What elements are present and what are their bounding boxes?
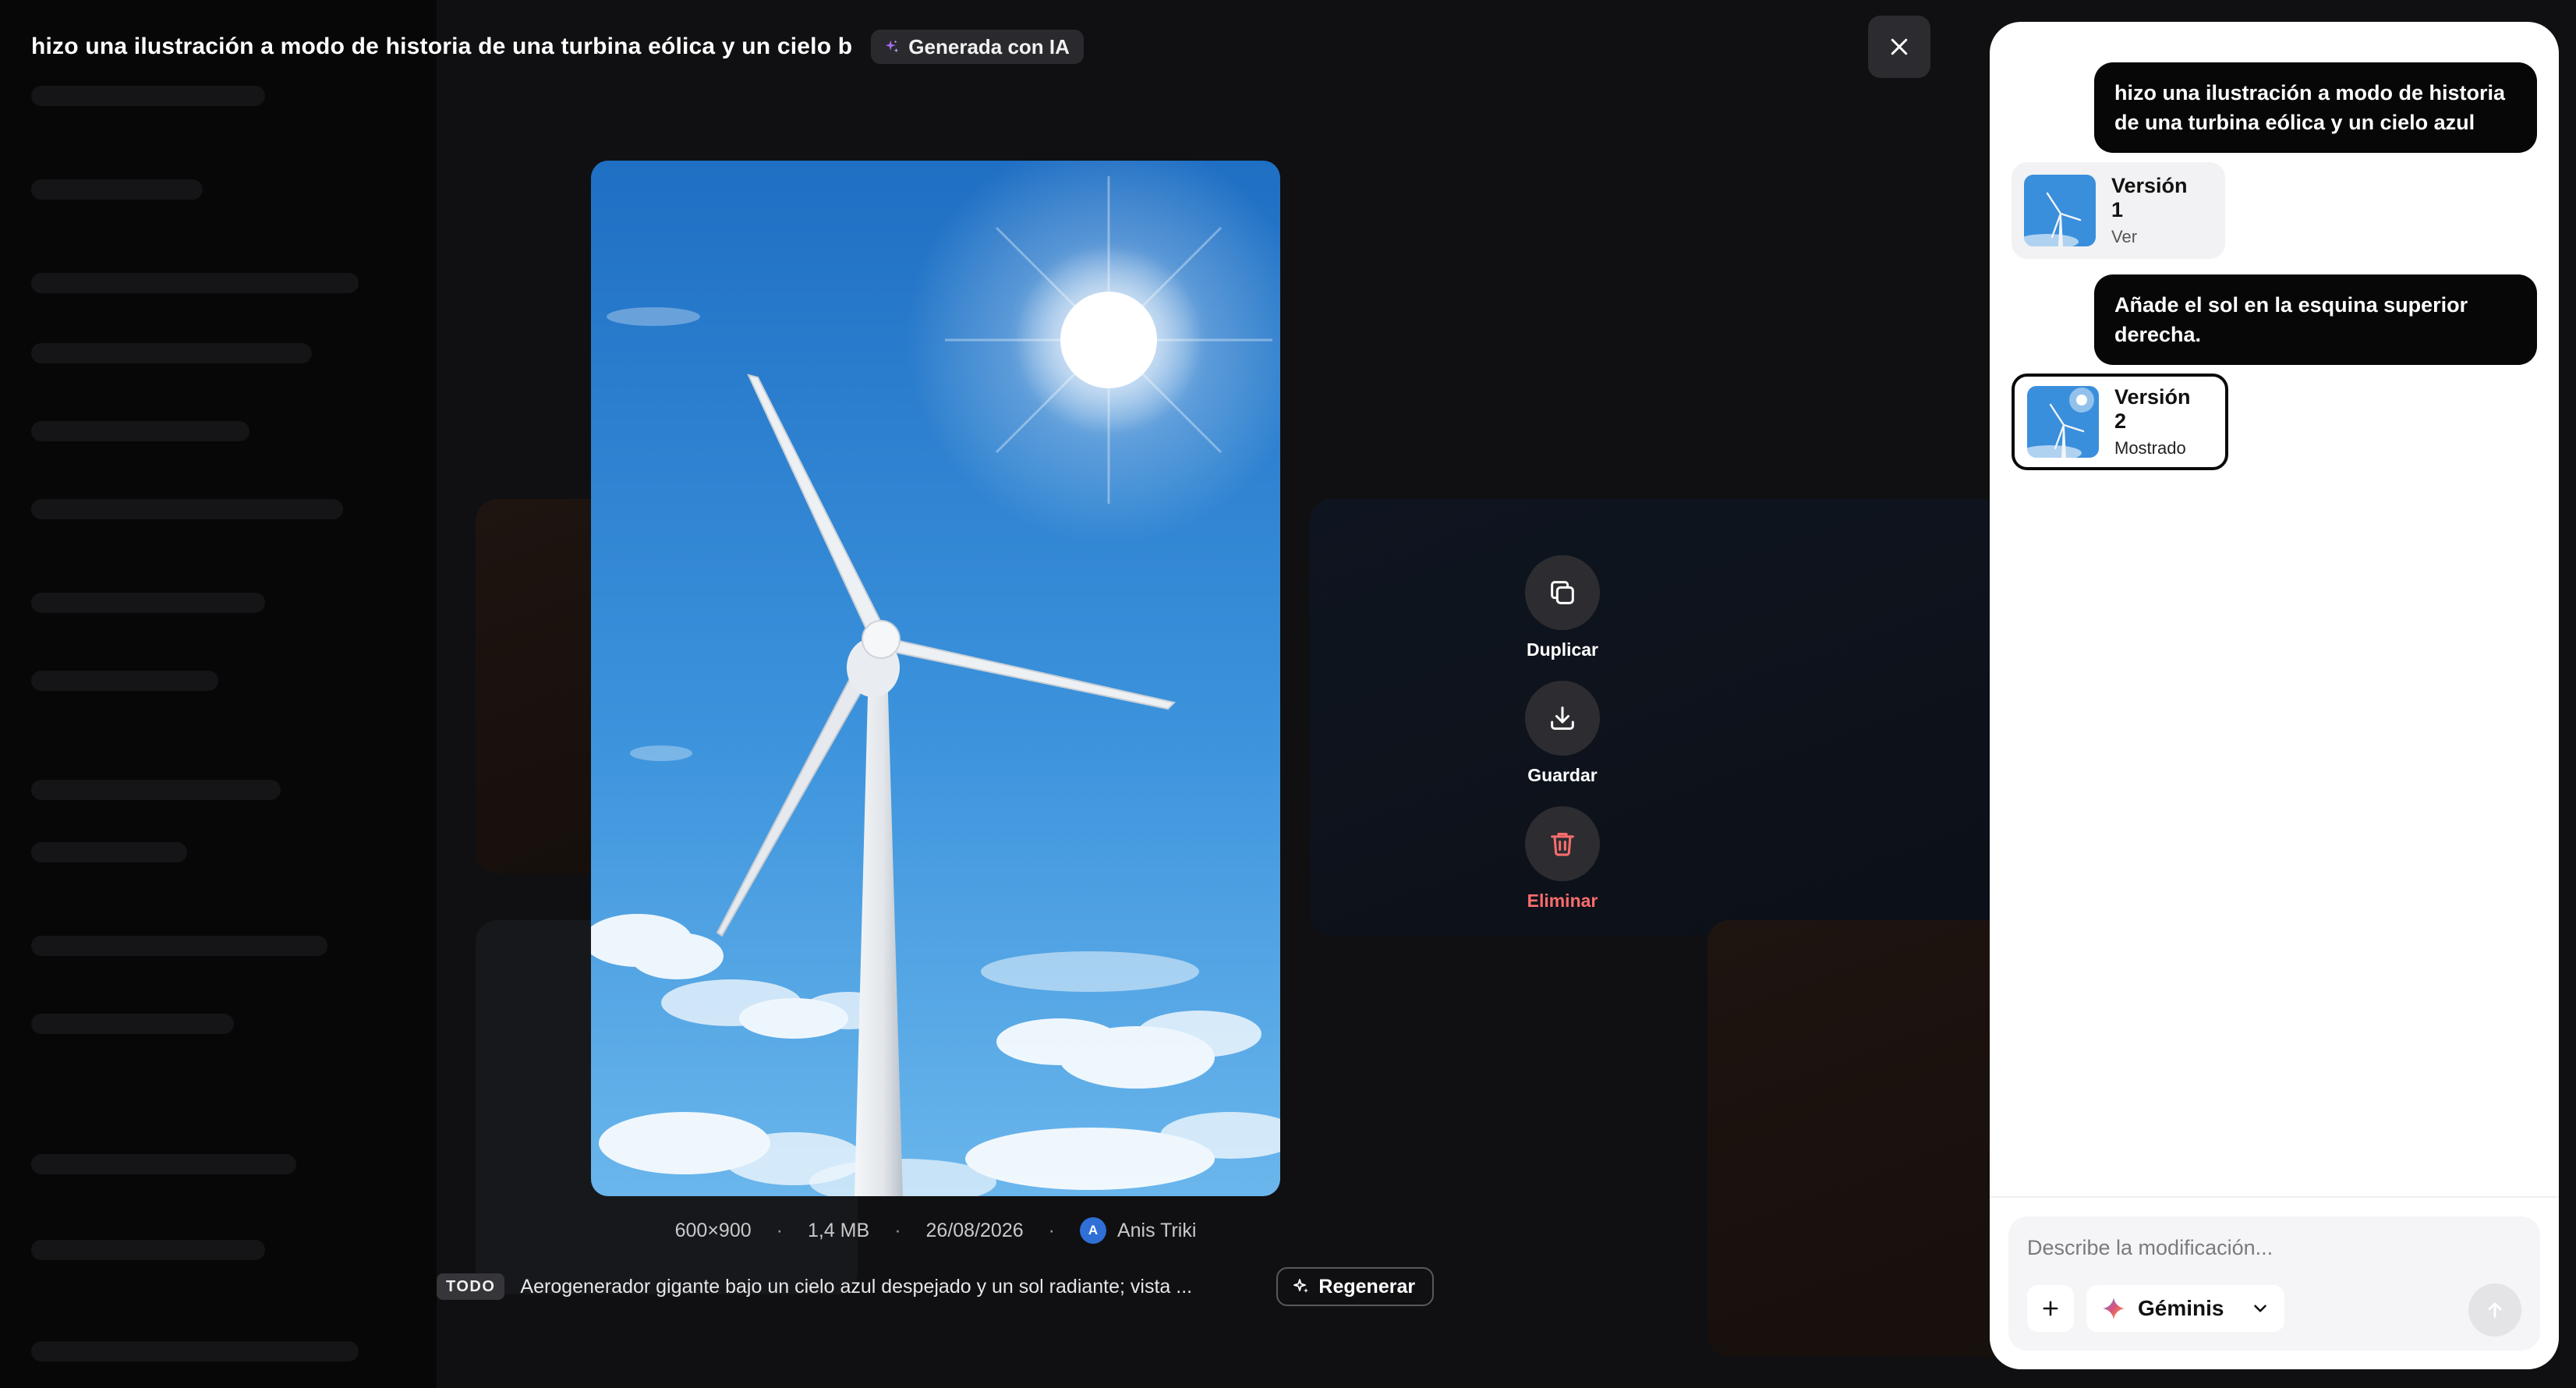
save-button-circle[interactable] bbox=[1525, 681, 1600, 756]
author: A Anis Triki bbox=[1079, 1217, 1197, 1244]
version-thumbnail-image bbox=[2024, 175, 2096, 246]
author-name: Anis Triki bbox=[1116, 1219, 1197, 1241]
delete-button-circle[interactable] bbox=[1525, 806, 1600, 881]
version-thumbnail-image bbox=[2027, 386, 2099, 458]
meta-separator: · bbox=[894, 1219, 901, 1241]
composer: Géminis bbox=[2008, 1216, 2540, 1351]
user-message: hizo una ilustración a modo de historia … bbox=[2094, 62, 2537, 153]
modification-input[interactable] bbox=[2027, 1230, 2495, 1265]
duplicate-label: Duplicar bbox=[1526, 639, 1599, 660]
viewer-header: hizo una ilustración a modo de historia … bbox=[31, 30, 1084, 64]
avatar: A bbox=[1079, 1217, 1106, 1244]
edit-chat-panel: hizo una ilustración a modo de historia … bbox=[1990, 22, 2559, 1369]
version-subtitle: Mostrado bbox=[2114, 438, 2186, 458]
file-size: 1,4 MB bbox=[807, 1219, 870, 1241]
regenerate-label: Regenerar bbox=[1318, 1275, 1416, 1298]
sparkle-icon bbox=[1293, 1279, 1309, 1293]
delete-label: Eliminar bbox=[1527, 891, 1598, 911]
send-button[interactable] bbox=[2468, 1284, 2521, 1337]
version-thumbnail bbox=[2027, 386, 2099, 458]
add-attachment-button[interactable] bbox=[2027, 1285, 2074, 1332]
prompt-row: TODO Aerogenerador gigante bajo un cielo… bbox=[437, 1266, 1435, 1307]
version-subtitle: Ver bbox=[2111, 227, 2138, 246]
prompt-text: Aerogenerador gigante bajo un cielo azul… bbox=[520, 1275, 1193, 1298]
version-thumbnail bbox=[2024, 175, 2096, 246]
version-text: Versión 1 Ver bbox=[2111, 174, 2202, 247]
user-message: Añade el sol en la esquina superior dere… bbox=[2094, 274, 2537, 365]
download-icon bbox=[1551, 706, 1574, 730]
version-card-1[interactable]: Versión 1 Ver bbox=[2012, 162, 2225, 259]
background-sidebar bbox=[0, 0, 437, 1388]
prompt-badge: TODO bbox=[437, 1273, 505, 1300]
image-metadata: 600×900 · 1,4 MB · 26/08/2026 · A Anis T… bbox=[591, 1216, 1280, 1245]
save-label: Guardar bbox=[1527, 765, 1598, 785]
meta-separator: · bbox=[776, 1219, 783, 1241]
duplicate-icon bbox=[1551, 581, 1574, 604]
version-text: Versión 2 Mostrado bbox=[2114, 385, 2202, 459]
model-name: Géminis bbox=[2138, 1296, 2224, 1320]
close-icon bbox=[1891, 38, 1908, 55]
version-card-2[interactable]: Versión 2 Mostrado bbox=[2012, 374, 2228, 470]
duplicate-button[interactable]: Duplicar bbox=[1525, 555, 1600, 660]
image-actions: Duplicar Guardar Eliminar bbox=[1508, 555, 1617, 932]
delete-button[interactable]: Eliminar bbox=[1525, 806, 1600, 912]
plus-icon bbox=[2043, 1301, 2058, 1316]
version-title: Versión 2 bbox=[2114, 385, 2191, 433]
chevron-down-icon bbox=[2254, 1305, 2267, 1312]
ai-generated-badge: Generada con IA bbox=[871, 30, 1084, 64]
arrow-up-icon bbox=[2488, 1302, 2502, 1318]
meta-separator: · bbox=[1048, 1219, 1055, 1241]
created-date: 26/08/2026 bbox=[925, 1219, 1024, 1241]
image-dimensions: 600×900 bbox=[674, 1219, 752, 1241]
ai-sparkle-icon bbox=[886, 40, 899, 53]
regenerate-button[interactable]: Regenerar bbox=[1276, 1267, 1435, 1306]
close-button[interactable] bbox=[1868, 16, 1930, 78]
model-selector[interactable]: Géminis bbox=[2086, 1285, 2285, 1332]
composer-divider bbox=[1990, 1196, 2559, 1198]
trash-icon bbox=[1551, 833, 1574, 856]
image-title: hizo una ilustración a modo de historia … bbox=[31, 34, 853, 59]
gemini-icon bbox=[2102, 1297, 2125, 1320]
save-button[interactable]: Guardar bbox=[1525, 681, 1600, 786]
version-title: Versión 1 bbox=[2111, 174, 2188, 221]
generated-image bbox=[591, 161, 1280, 1196]
ai-badge-label: Generada con IA bbox=[908, 34, 1070, 58]
duplicate-button-circle[interactable] bbox=[1525, 555, 1600, 630]
wind-turbine-illustration bbox=[591, 161, 1280, 1196]
